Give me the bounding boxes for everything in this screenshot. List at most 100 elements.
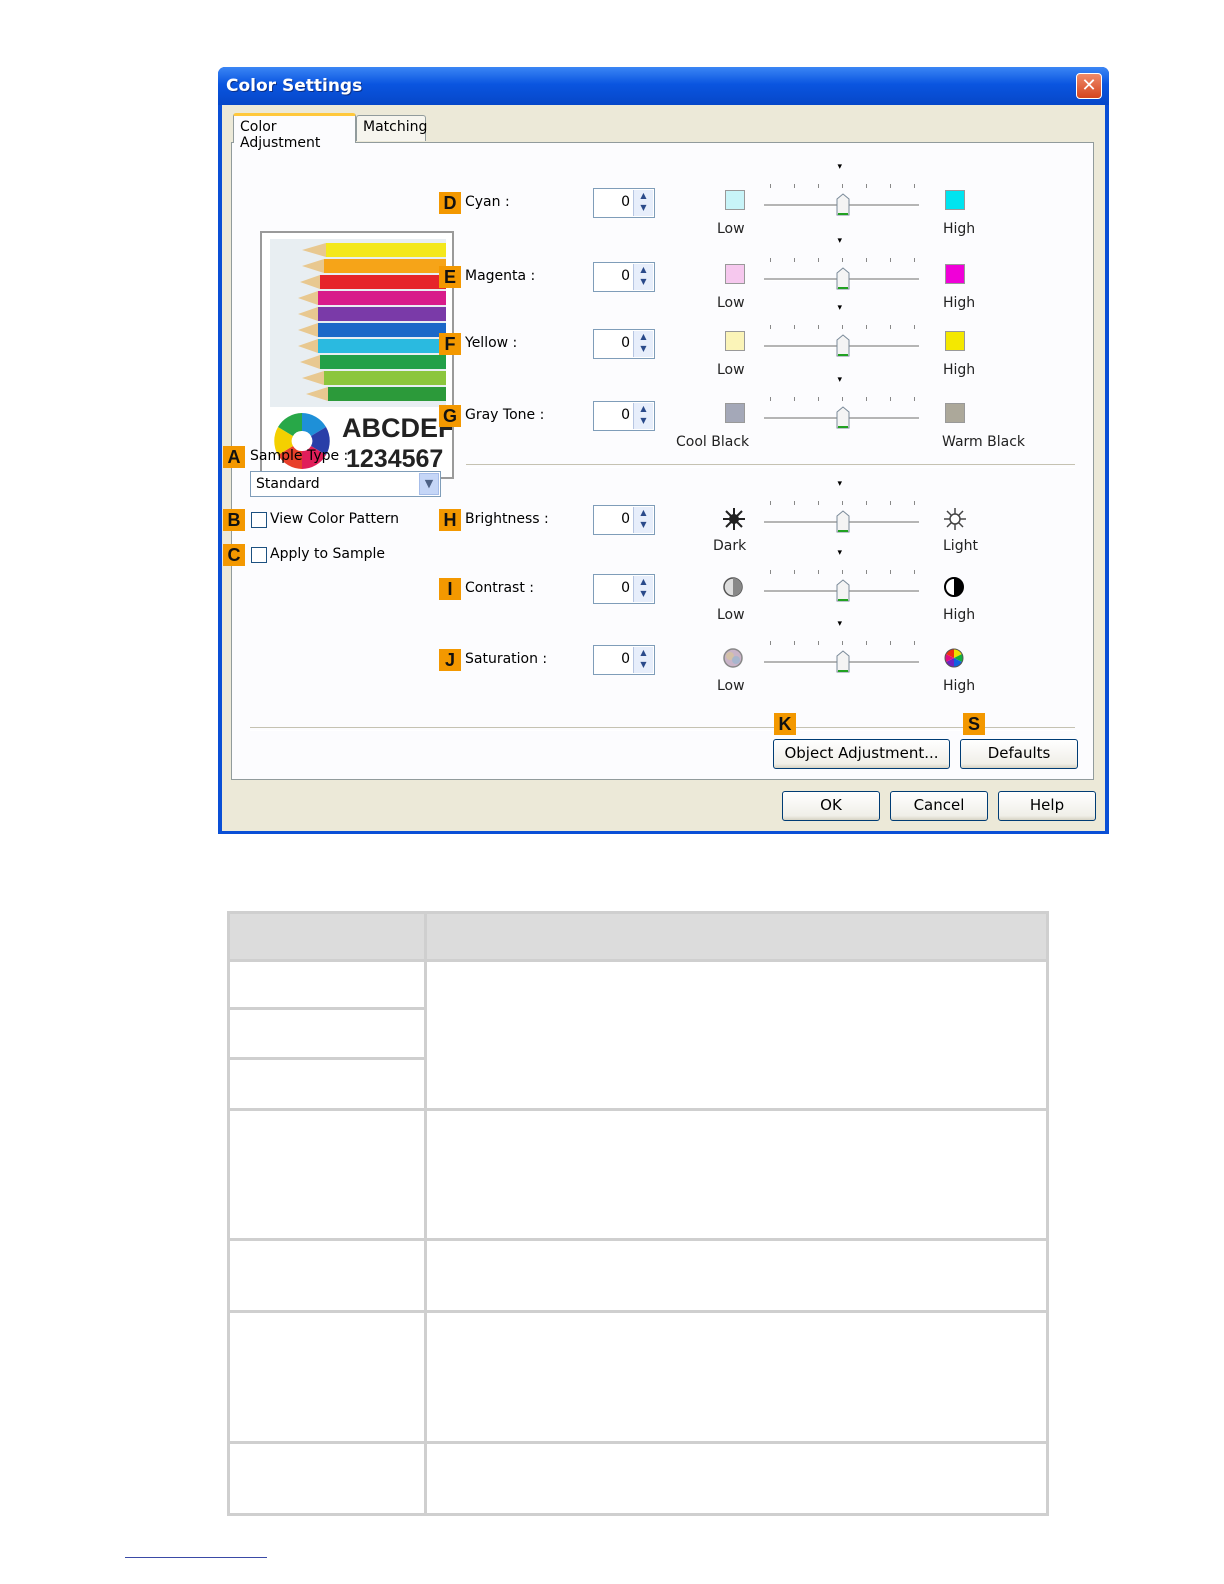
help-button[interactable]: Help [998,791,1096,821]
slider-tick [842,570,843,574]
sample-type-select[interactable]: Standard ▼ [250,471,441,497]
high-label: High [943,221,976,237]
spin-up-icon[interactable]: ▲ [634,264,653,276]
slider-tick [890,641,891,645]
slider-thumb[interactable] [836,510,849,533]
slider-thumb[interactable] [836,406,849,429]
spin-down-icon[interactable]: ▼ [634,202,653,214]
table-row-divider [230,1238,1046,1241]
spin-down-icon[interactable]: ▼ [634,343,653,355]
view-color-pattern-checkbox[interactable] [251,512,267,528]
slider-tick [818,641,819,645]
slider-thumb[interactable] [836,267,849,290]
slider-label: Brightness : [465,511,549,527]
value-spinner[interactable]: 0 ▲ ▼ [593,329,655,359]
ok-button[interactable]: OK [782,791,880,821]
badge-c: C [223,544,245,566]
spinner-arrows[interactable]: ▲ ▼ [633,507,653,533]
slider-tick [794,325,795,329]
spin-up-icon[interactable]: ▲ [634,507,653,519]
slider-thumb[interactable] [836,650,849,673]
sample-text-letters: ABCDEF [342,413,454,443]
spin-down-icon[interactable]: ▼ [634,415,653,427]
slider-tick [770,258,771,262]
spinner-arrows[interactable]: ▲ ▼ [633,576,653,602]
value-spinner[interactable]: 0 ▲ ▼ [593,262,655,292]
spin-up-icon[interactable]: ▲ [634,331,653,343]
value-spinner[interactable]: 0 ▲ ▼ [593,574,655,604]
slider-label: Cyan : [465,194,510,210]
saturation-low-icon [722,647,744,673]
slider-ticks [764,501,919,505]
slider-center-mark: ▾ [837,236,843,246]
slider-thumb[interactable] [836,193,849,216]
spinner-arrows[interactable]: ▲ ▼ [633,331,653,357]
slider-ticks [764,570,919,574]
spin-down-icon[interactable]: ▼ [634,659,653,671]
slider-tick [866,184,867,188]
value-spinner[interactable]: 0 ▲ ▼ [593,645,655,675]
badge-j: J [439,649,461,671]
slider-thumb[interactable] [836,334,849,357]
slider-tick [914,258,915,262]
value-spinner[interactable]: 0 ▲ ▼ [593,188,655,218]
title-bar[interactable]: Color Settings ✕ [218,67,1109,105]
spinner-arrows[interactable]: ▲ ▼ [633,264,653,290]
dialog-client-area: Color Adjustment Matching ABCDEF 1234567… [222,105,1105,831]
spin-up-icon[interactable]: ▲ [634,190,653,202]
high-label: High [943,678,976,694]
spinner-arrows[interactable]: ▲ ▼ [633,190,653,216]
low-color-swatch [725,264,745,284]
slider-tick [818,325,819,329]
slider-label: Magenta : [465,268,536,284]
slider-tick [818,258,819,262]
spin-up-icon[interactable]: ▲ [634,647,653,659]
slider-tick [914,397,915,401]
sample-type-value: Standard [256,476,320,492]
high-label: Warm Black [942,434,1026,450]
slider-label: Contrast : [465,580,534,596]
spin-up-icon[interactable]: ▲ [634,403,653,415]
spin-down-icon[interactable]: ▼ [634,588,653,600]
slider-tick [842,641,843,645]
object-adjustment-button[interactable]: Object Adjustment... [773,739,950,769]
slider-label: Saturation : [465,651,548,667]
slider-ticks [764,397,919,401]
slider-tick [770,325,771,329]
slider-label: Yellow : [465,335,518,351]
spin-up-icon[interactable]: ▲ [634,576,653,588]
spinner-arrows[interactable]: ▲ ▼ [633,647,653,673]
slider-tick [914,325,915,329]
low-label: Low [717,362,745,378]
slider-ticks [764,184,919,188]
apply-to-sample-checkbox[interactable] [251,547,267,563]
slider-tick [794,397,795,401]
tab-color-adjustment[interactable]: Color Adjustment [233,113,356,151]
value-spinner[interactable]: 0 ▲ ▼ [593,505,655,535]
sun-dark-icon [722,507,746,535]
badge-e: E [439,266,461,288]
slider-tick [866,570,867,574]
badge-g: G [439,405,461,427]
sample-text-numbers: 1234567 [346,445,444,473]
close-button[interactable]: ✕ [1076,73,1102,99]
slider-label: Gray Tone : [465,407,545,423]
value-spinner[interactable]: 0 ▲ ▼ [593,401,655,431]
spinner-arrows[interactable]: ▲ ▼ [633,403,653,429]
slider-tick [914,570,915,574]
high-label: Light [943,538,978,554]
spinner-value: 0 [621,651,630,667]
slider-tick [770,641,771,645]
slider-tick [866,641,867,645]
chevron-down-icon[interactable]: ▼ [419,473,439,495]
slider-tick [770,501,771,505]
cancel-button[interactable]: Cancel [890,791,988,821]
slider-tick [818,397,819,401]
spin-down-icon[interactable]: ▼ [634,519,653,531]
tab-matching[interactable]: Matching [356,115,427,141]
slider-thumb[interactable] [836,579,849,602]
defaults-button[interactable]: Defaults [960,739,1078,769]
spin-down-icon[interactable]: ▼ [634,276,653,288]
footer-link-underline[interactable] [125,1557,267,1558]
slider-tick [890,325,891,329]
